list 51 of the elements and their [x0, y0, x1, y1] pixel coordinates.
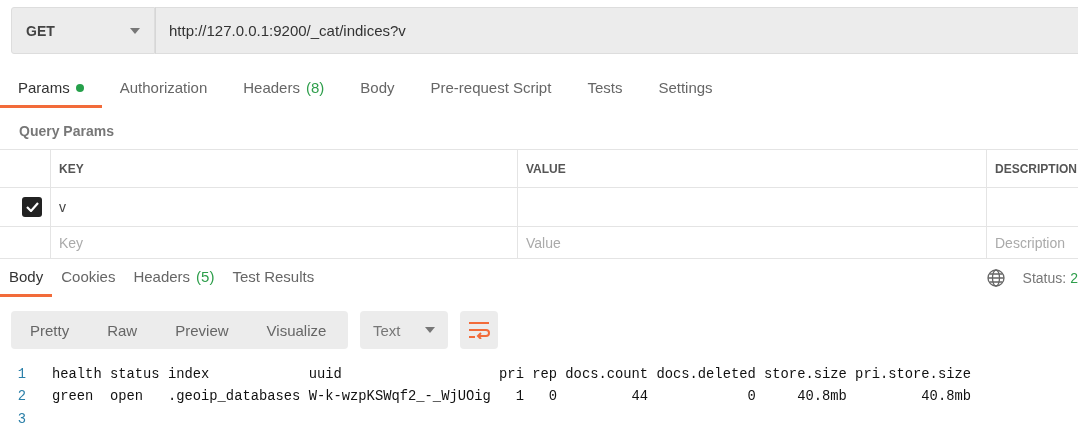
view-mode-button[interactable]: Visualize [257, 311, 336, 349]
tab-count: (5) [196, 268, 215, 285]
section-title: Query Params [18, 122, 115, 141]
response-tab[interactable]: Body [0, 259, 53, 297]
view-mode-button[interactable]: Preview [166, 311, 238, 349]
request-tab[interactable]: Body [342, 70, 413, 108]
tab-count: (8) [305, 79, 325, 96]
tab-label: Body [360, 79, 395, 96]
view-mode-button[interactable]: Pretty [21, 311, 79, 349]
tab-label: Test Results [232, 268, 315, 285]
wrap-lines-icon [468, 321, 490, 339]
tab-label: Pre-request Script [430, 79, 552, 96]
request-tab[interactable]: Settings [640, 70, 731, 108]
tab-label: Authorization [119, 79, 208, 96]
url-field[interactable]: http://127.0.0.1:9200/_cat/indices?v [155, 7, 1078, 54]
status-label: Status: [1022, 270, 1067, 286]
line-number: 3 [16, 411, 27, 427]
caret-icon [130, 27, 140, 34]
request-tab[interactable]: Params [0, 70, 102, 108]
tab-label: Settings [658, 79, 713, 96]
checkmark-icon [25, 202, 39, 212]
response-tab[interactable]: Test Results [223, 259, 324, 297]
key-field[interactable]: v [50, 188, 517, 227]
tab-label: Body [9, 268, 44, 285]
wrap-button[interactable] [460, 311, 498, 349]
tab-label: Headers [133, 268, 191, 285]
tab-label: Tests [587, 79, 623, 96]
view-mode-button[interactable]: Raw [98, 311, 147, 349]
response-tab[interactable]: Headers (5) [124, 259, 224, 297]
request-tab[interactable]: Authorization [101, 70, 226, 108]
tab-label: Cookies [61, 268, 116, 285]
checkbox[interactable] [22, 197, 42, 217]
code-line: green open .geoip_databases W-k-wzpKSWqf2_-_WjUOig 1 0 44 0 40.8mb 40.8mb [52, 389, 972, 405]
method-dropdown[interactable]: GET [11, 7, 155, 54]
caret-icon [425, 327, 435, 333]
response-tab[interactable]: Cookies [52, 259, 125, 297]
line-number: 1 [16, 366, 27, 382]
globe-icon[interactable] [986, 269, 1005, 287]
format-dropdown[interactable]: Text [360, 311, 448, 349]
request-tab[interactable]: Tests [569, 70, 641, 108]
line-number: 2 [16, 389, 27, 405]
request-tab[interactable]: Headers (8) [225, 70, 343, 108]
request-tab[interactable]: Pre-request Script [412, 70, 570, 108]
value-field[interactable] [517, 188, 986, 227]
column-header: KEY [50, 150, 517, 188]
column-header: VALUE [517, 150, 986, 188]
status-code: 2 [1070, 270, 1078, 286]
code-line: health status index uuid pri rep docs.count docs.deleted store.size pri.store.size [52, 366, 972, 382]
tab-label: Params [18, 79, 70, 96]
tab-label: Headers [243, 79, 300, 96]
column-header: DESCRIPTION [986, 150, 1078, 188]
